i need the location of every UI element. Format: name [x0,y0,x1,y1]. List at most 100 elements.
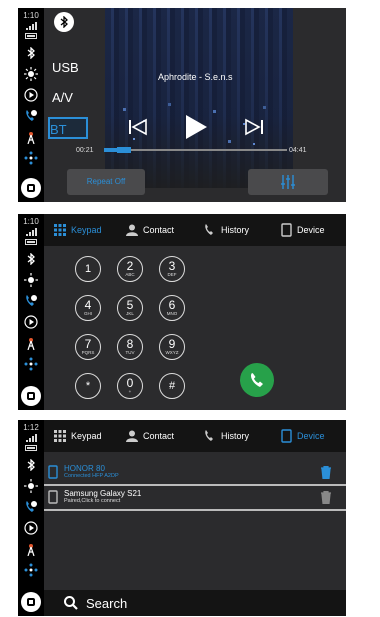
device-phone-icon [281,429,292,443]
tab-history-label: History [221,431,250,441]
key-5[interactable]: 5 JKL [117,295,143,321]
search-label: Search [86,595,128,611]
key-digit: # [168,380,176,392]
trash-icon[interactable] [320,466,332,479]
tab-keypad-label: Keypad [71,225,102,235]
tab-keypad[interactable]: Keypad [54,214,102,246]
key-digit: * [85,380,91,392]
progress-handle[interactable] [117,147,131,153]
current-time: 00:21 [76,147,94,154]
phone-icon[interactable] [24,500,38,514]
device-screen: 1:12 Keypad Contact History Device HONOR… [18,420,346,616]
home-button[interactable] [21,592,41,612]
phone-tabs: Keypad Contact History Device [44,214,346,246]
search-bar[interactable]: Search [44,590,346,616]
apps-dots-icon[interactable] [24,563,38,577]
play-button[interactable] [184,114,208,145]
home-button[interactable] [21,386,41,406]
search-icon [64,596,78,610]
key-letters: WXYZ [165,349,179,355]
key-hash[interactable]: # [159,373,185,399]
equalizer-button[interactable] [248,169,328,195]
track-title: Aphrodite - S.e.n.s [158,72,233,82]
key-digit: 2 [126,258,134,273]
apps-dots-icon[interactable] [24,151,38,165]
key-2[interactable]: 2 ABC [117,256,143,282]
key-star[interactable]: * [75,373,101,399]
tab-keypad[interactable]: Keypad [54,420,102,452]
bluetooth-icon[interactable] [24,458,38,472]
status-sidebar: 1:10 [18,8,44,202]
bluetooth-icon[interactable] [24,46,38,60]
signal-icon [25,22,37,30]
previous-button[interactable] [128,118,148,141]
key-digit: 6 [168,297,176,312]
tab-contact[interactable]: Contact [126,420,174,452]
device-phone-icon [48,465,58,479]
brightness-icon[interactable] [24,67,38,81]
phone-icon[interactable] [24,294,38,308]
device-item-samsung[interactable]: Samsung Galaxy S21 Paired,Click to conne… [48,486,342,508]
key-8[interactable]: 8 TUV [117,334,143,360]
source-bt[interactable]: BT [48,117,88,139]
trash-icon[interactable] [320,491,332,504]
phone-icon[interactable] [24,109,38,123]
play-circle-icon[interactable] [24,521,38,535]
tab-device[interactable]: Device [281,214,325,246]
skip-next-icon [245,118,263,136]
brightness-icon[interactable] [24,273,38,287]
equalizer-icon [281,175,295,189]
play-circle-icon[interactable] [24,315,38,329]
battery-icon [25,445,37,451]
device-name: Samsung Galaxy S21 [64,489,142,498]
call-icon [250,373,263,387]
radio-tower-icon[interactable] [24,130,38,144]
tab-contact[interactable]: Contact [126,214,174,246]
device-status: Connected HFP A2DP [64,473,119,479]
key-letters: MNO [166,310,178,316]
source-av[interactable]: A/V [52,90,73,105]
apps-dots-icon[interactable] [24,357,38,371]
home-icon [27,184,35,192]
brightness-icon[interactable] [24,479,38,493]
radio-tower-icon[interactable] [24,542,38,556]
status-sidebar: 1:10 [18,214,44,410]
key-digit: 4 [84,297,92,312]
tab-device[interactable]: Device [281,420,325,452]
key-letters: + [128,388,132,394]
history-phone-icon [205,224,213,235]
device-name: HONOR 80 [64,464,105,473]
key-1[interactable]: 1 [75,256,101,282]
key-4[interactable]: 4 GHI [75,295,101,321]
tab-history[interactable]: History [204,214,249,246]
device-item-honor[interactable]: HONOR 80 Connected HFP A2DP [48,461,342,483]
call-button[interactable] [240,363,274,397]
radio-tower-icon[interactable] [24,336,38,350]
contact-person-icon [126,430,138,442]
repeat-button[interactable]: Repeat Off [67,169,145,195]
play-circle-icon[interactable] [24,88,38,102]
device-phone-icon [281,223,292,237]
key-6[interactable]: 6 MNO [159,295,185,321]
bluetooth-icon[interactable] [24,252,38,266]
tab-history[interactable]: History [204,420,249,452]
key-3[interactable]: 3 DEF [159,256,185,282]
phone-tabs: Keypad Contact History Device [44,420,346,452]
battery-icon [25,239,37,245]
key-digit: 1 [84,263,92,275]
key-0[interactable]: 0 + [117,373,143,399]
key-letters: PQRS [81,349,95,355]
progress-bar[interactable] [104,147,287,153]
device-phone-icon [48,490,58,504]
tab-contact-label: Contact [143,225,175,235]
key-7[interactable]: 7 PQRS [75,334,101,360]
key-9[interactable]: 9 WXYZ [159,334,185,360]
next-button[interactable] [244,118,264,141]
signal-icon [25,228,37,236]
home-button[interactable] [21,178,41,198]
device-status: Paired,Click to connect [64,498,121,504]
key-digit: 8 [126,336,134,351]
key-digit: 0 [126,375,134,390]
source-usb[interactable]: USB [52,60,79,75]
tab-contact-label: Contact [143,431,175,441]
